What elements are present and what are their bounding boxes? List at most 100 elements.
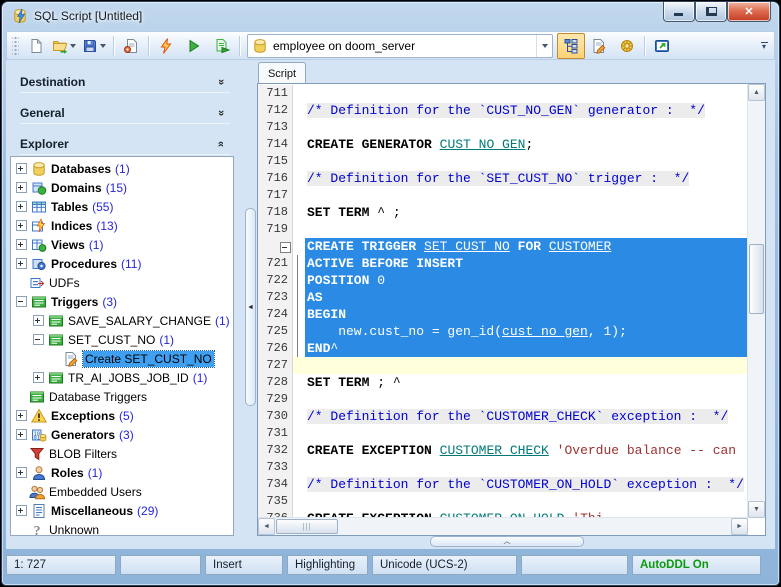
code-line[interactable]: 715 [258, 153, 748, 170]
title-bar[interactable]: SQL Script [Untitled] ✕ [2, 2, 779, 31]
code-line[interactable]: 729 [258, 391, 748, 408]
expand-plus-icon[interactable] [33, 315, 44, 326]
horizontal-scroll-thumb[interactable]: ||| [276, 519, 338, 534]
tree-item-generators[interactable]: 10 01 Generators (3) [11, 425, 233, 444]
maximize-button[interactable] [695, 2, 727, 22]
sidebar-collapse-handle[interactable]: ◄ [245, 208, 256, 406]
code-line[interactable]: 716 /* Definition for the `SET_CUST_NO` t… [258, 170, 748, 187]
expand-plus-icon[interactable] [16, 258, 27, 269]
tree-item-views[interactable]: Views (1) [11, 235, 233, 254]
code-line[interactable]: 719 [258, 221, 748, 238]
code-line[interactable]: 724 BEGIN [258, 306, 748, 323]
open-script-button[interactable] [50, 33, 80, 59]
horizontal-scrollbar[interactable]: ◄ ||| ► [258, 517, 748, 535]
chevron-expand-icon[interactable]: » [215, 110, 227, 116]
tab-script[interactable]: Script [258, 62, 306, 84]
code-line[interactable]: 730 /* Definition for the `CUSTOMER_CHECK… [258, 408, 748, 425]
tree-item-blob-filters[interactable]: BLOB Filters [11, 444, 233, 463]
fold-collapse-icon[interactable] [280, 242, 291, 253]
tree-item-triggers[interactable]: Triggers (3) [11, 292, 233, 311]
explorer-toggle-button[interactable] [557, 32, 585, 59]
code-line[interactable]: 725 new.cust_no = gen_id(cust_no_gen, 1)… [258, 323, 748, 340]
close-button[interactable]: ✕ [727, 2, 771, 22]
tree-item-tr-ai-jobs-job-id[interactable]: TR_AI_JOBS_JOB_ID (1) [11, 368, 233, 387]
tree-item-unknown[interactable]: ? Unknown [11, 520, 233, 536]
expand-plus-icon[interactable] [16, 201, 27, 212]
code-line[interactable]: 711 [258, 85, 748, 102]
expand-plus-icon[interactable] [16, 220, 27, 231]
run-button[interactable] [180, 33, 208, 59]
tree-item-roles[interactable]: Roles (1) [11, 463, 233, 482]
scroll-right-arrow[interactable]: ► [731, 518, 748, 535]
tree-item-create-set-cust-no[interactable]: Create SET_CUST_NO [11, 349, 233, 368]
code-line[interactable]: 727 [258, 357, 748, 374]
tree-item-database-triggers[interactable]: Database Triggers [11, 387, 233, 406]
code-line[interactable]: 712 /* Definition for the `CUST_NO_GEN` g… [258, 102, 748, 119]
code-line[interactable]: 717 [258, 187, 748, 204]
dropdown-arrow-icon[interactable] [70, 43, 76, 48]
code-line[interactable]: 721 ACTIVE BEFORE INSERT [258, 255, 748, 272]
collapse-minus-icon[interactable] [16, 296, 27, 307]
sql-editor[interactable]: 711 712 /* Definition for the `CUST_NO_GEN… [257, 83, 766, 536]
tree-item-domains[interactable]: Domains (15) [11, 178, 233, 197]
editor-properties-button[interactable] [585, 33, 613, 59]
code-line[interactable]: 713 [258, 119, 748, 136]
tree-item-procedures[interactable]: Procedures (11) [11, 254, 233, 273]
code-line[interactable]: 723 AS [258, 289, 748, 306]
code-line[interactable]: 722 POSITION 0 [258, 272, 748, 289]
run-under-cursor-button[interactable] [208, 33, 236, 59]
scroll-up-arrow[interactable]: ▲ [748, 84, 765, 101]
code-line[interactable]: 734 /* Definition for the `CUSTOMER_ON_HO… [258, 476, 748, 493]
toolbar-grip[interactable] [12, 35, 19, 56]
code-area[interactable]: 711 712 /* Definition for the `CUST_NO_GEN… [258, 85, 748, 518]
execute-script-button[interactable] [152, 33, 180, 59]
section-general[interactable]: General » [20, 103, 230, 124]
tree-item-tables[interactable]: Tables (55) [11, 197, 233, 216]
scroll-down-arrow[interactable]: ▼ [748, 501, 765, 518]
tree-item-indices[interactable]: Indices (13) [11, 216, 233, 235]
dropdown-arrow-icon[interactable] [100, 43, 106, 48]
vertical-scroll-thumb[interactable] [749, 244, 764, 314]
script-options-button[interactable] [117, 33, 145, 59]
code-line[interactable]: 731 [258, 425, 748, 442]
tree-item-udfs[interactable]: UDFs [11, 273, 233, 292]
tree-item-save-salary-change[interactable]: SAVE_SALARY_CHANGE (1) [11, 311, 233, 330]
code-line[interactable]: CREATE TRIGGER SET_CUST_NO FOR CUSTOMER [258, 238, 748, 255]
tree-item-exceptions[interactable]: Exceptions (5) [11, 406, 233, 425]
code-line[interactable]: 728 SET TERM ; ^ [258, 374, 748, 391]
minimize-button[interactable] [663, 2, 695, 22]
expand-plus-icon[interactable] [33, 372, 44, 383]
code-line[interactable]: 714 CREATE GENERATOR CUST_NO_GEN; [258, 136, 748, 153]
tree-item-miscellaneous[interactable]: Miscellaneous (29) [11, 501, 233, 520]
chevron-collapse-icon[interactable]: » [215, 141, 227, 147]
section-destination[interactable]: Destination » [20, 72, 230, 93]
code-line[interactable]: 726 END^ [258, 340, 748, 357]
expand-plus-icon[interactable] [16, 505, 27, 516]
expand-plus-icon[interactable] [16, 410, 27, 421]
scroll-left-arrow[interactable]: ◄ [258, 518, 275, 535]
chevron-expand-icon[interactable]: » [215, 79, 227, 85]
editor-collapse-handle[interactable]: ︿ [430, 536, 584, 547]
expand-plus-icon[interactable] [16, 239, 27, 250]
save-script-button[interactable] [80, 33, 110, 59]
code-line[interactable]: 735 [258, 493, 748, 510]
options-wheel-button[interactable] [613, 33, 641, 59]
expand-plus-icon[interactable] [16, 429, 27, 440]
expand-plus-icon[interactable] [16, 182, 27, 193]
open-in-window-button[interactable] [648, 33, 676, 59]
new-script-button[interactable] [22, 33, 50, 59]
code-line[interactable]: 718 SET TERM ^ ; [258, 204, 748, 221]
tree-item-databases[interactable]: Databases (1) [11, 159, 233, 178]
tree-item-embedded-users[interactable]: Embedded Users [11, 482, 233, 501]
code-line[interactable]: 732 CREATE EXCEPTION CUSTOMER_CHECK 'Over… [258, 442, 748, 459]
toolbar-overflow-button[interactable]: ▾ [758, 42, 772, 51]
section-explorer[interactable]: Explorer » [20, 134, 230, 155]
code-line[interactable]: 733 [258, 459, 748, 476]
expand-plus-icon[interactable] [16, 163, 27, 174]
collapse-minus-icon[interactable] [33, 334, 44, 345]
tree-item-set-cust-no[interactable]: SET_CUST_NO (1) [11, 330, 233, 349]
expand-plus-icon[interactable] [16, 467, 27, 478]
combo-dropdown-arrow[interactable] [536, 34, 552, 57]
database-combo[interactable]: employee on doom_server [247, 33, 553, 58]
vertical-scrollbar[interactable]: ▲ ▼ [747, 84, 765, 518]
